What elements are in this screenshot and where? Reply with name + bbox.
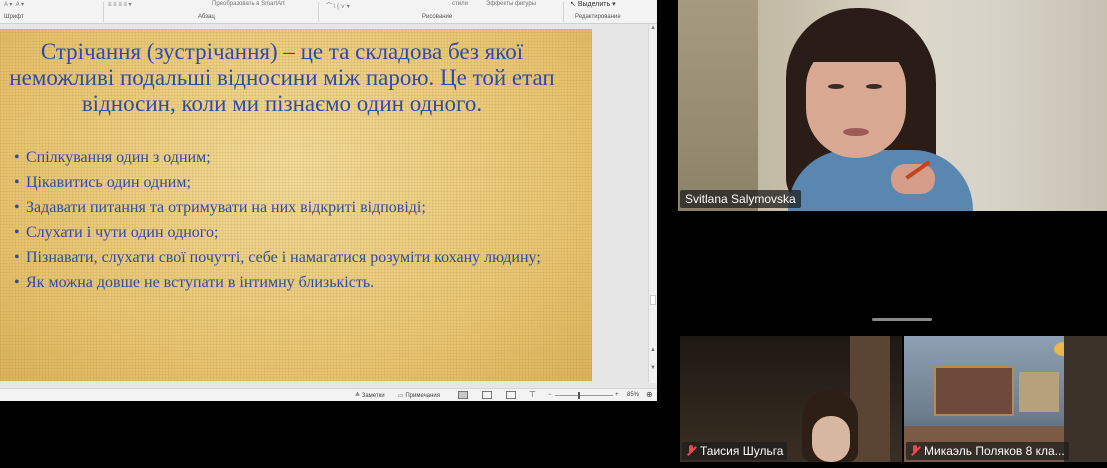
video-call-window: A ▾ A ▾ Шрифт ≡ ≡ ≡ ≡ ▾ Преобразовать в … bbox=[0, 0, 1107, 468]
slide[interactable]: Стрічання (зустрічання) – це та складова… bbox=[0, 29, 592, 381]
normal-view-icon[interactable] bbox=[458, 391, 468, 399]
status-bar: ≜ Заметки ▭ Примечания ⊤ − + 85% ⊕ bbox=[0, 388, 657, 401]
fit-to-window-icon[interactable]: ⊕ bbox=[646, 390, 653, 399]
slideshow-icon[interactable]: ⊤ bbox=[529, 390, 536, 399]
ribbon-group-editing: Редактирование bbox=[575, 14, 621, 20]
zoom-slider-thumb[interactable] bbox=[578, 392, 580, 399]
notes-label: Заметки bbox=[361, 393, 385, 399]
zoom-in-button[interactable]: + bbox=[615, 392, 619, 398]
ribbon-divider bbox=[318, 2, 319, 22]
select-button[interactable]: ↖ Выделить ▾ bbox=[570, 0, 616, 8]
slide-title: Стрічання (зустрічання) – це та складова… bbox=[9, 39, 555, 116]
paragraph-tools[interactable]: ≡ ≡ ≡ ≡ ▾ bbox=[108, 1, 132, 8]
shape-effects-button[interactable]: Эффекты фигуры bbox=[486, 1, 536, 7]
participant-name-speaker: Svitlana Salymovska bbox=[680, 190, 801, 208]
zoom-level[interactable]: 85% bbox=[627, 392, 639, 398]
ribbon-group-font: Шрифт bbox=[4, 14, 24, 20]
cursor-icon: ↖ bbox=[570, 1, 576, 8]
bullet-item: Задавати питання та отримувати на них ві… bbox=[14, 199, 574, 216]
scroll-up-icon[interactable]: ▲ bbox=[650, 347, 656, 353]
background-wall bbox=[678, 0, 758, 211]
panel-resize-handle[interactable] bbox=[872, 318, 932, 321]
ribbon-divider bbox=[103, 2, 104, 22]
ribbon-group-paragraph: Абзац bbox=[198, 14, 215, 20]
participant-face bbox=[812, 416, 850, 462]
bullet-item: Спілкування один з одним; bbox=[14, 149, 574, 166]
comments-label: Примечания bbox=[405, 393, 440, 399]
comments-button[interactable]: ▭ Примечания bbox=[398, 392, 440, 399]
participant-name-tag-2: Микаэль Поляков 8 кла... bbox=[906, 442, 1069, 460]
zoom-slider[interactable] bbox=[555, 395, 613, 396]
cabinet bbox=[1064, 336, 1107, 462]
speaker-bangs bbox=[802, 14, 914, 62]
reading-view-icon[interactable] bbox=[506, 391, 516, 399]
speaker-eye bbox=[866, 84, 882, 89]
video-tile-speaker[interactable] bbox=[678, 0, 1107, 211]
mic-muted-icon bbox=[686, 445, 696, 457]
wall-picture bbox=[1019, 372, 1059, 412]
shapes-gallery[interactable]: ⌒ \ { ⋎ ▾ bbox=[326, 1, 350, 10]
ribbon: A ▾ A ▾ Шрифт ≡ ≡ ≡ ≡ ▾ Преобразовать в … bbox=[0, 0, 657, 24]
ribbon-group-drawing: Рисование bbox=[422, 14, 453, 20]
vertical-scrollbar[interactable]: ▲ ▲ ▼ bbox=[648, 25, 657, 383]
bullet-item: Цікавитись один одним; bbox=[14, 174, 574, 191]
mic-muted-icon bbox=[910, 445, 920, 457]
ribbon-divider bbox=[563, 2, 564, 22]
styles-button[interactable]: стили bbox=[452, 1, 468, 7]
participant-name: Микаэль Поляков 8 кла... bbox=[924, 444, 1065, 458]
participant-name: Таисия Шульга bbox=[700, 444, 784, 458]
wall-poster bbox=[934, 366, 1014, 416]
bullet-item: Пізнавати, слухати свої почутті, себе і … bbox=[14, 249, 574, 266]
scroll-down-icon[interactable]: ▼ bbox=[650, 365, 656, 371]
participant-name-tag-1: Таисия Шульга bbox=[682, 442, 788, 460]
scroll-thumb[interactable] bbox=[650, 295, 656, 305]
zoom-out-button[interactable]: − bbox=[548, 392, 552, 398]
smartart-button[interactable]: Преобразовать в SmartArt bbox=[212, 1, 285, 7]
bullet-list: Спілкування один з одним; Цікавитись оди… bbox=[14, 149, 574, 299]
slide-editor-area: Стрічання (зустрічання) – це та складова… bbox=[0, 25, 648, 383]
speaker-mouth bbox=[843, 128, 869, 136]
slide-sorter-icon[interactable] bbox=[482, 391, 492, 399]
shared-screen-powerpoint: A ▾ A ▾ Шрифт ≡ ≡ ≡ ≡ ▾ Преобразовать в … bbox=[0, 0, 657, 401]
font-tools[interactable]: A ▾ A ▾ bbox=[4, 1, 24, 8]
scroll-up-icon[interactable]: ▲ bbox=[650, 25, 656, 31]
select-label: Выделить bbox=[577, 1, 611, 8]
bullet-item: Слухати і чути один одного; bbox=[14, 224, 574, 241]
speaker-shirt bbox=[788, 150, 973, 211]
notes-button[interactable]: ≜ Заметки bbox=[355, 392, 385, 399]
bullet-item: Як можна довше не вступати в інтимну бли… bbox=[14, 274, 574, 291]
speaker-eye bbox=[828, 84, 844, 89]
speaker-hand bbox=[891, 164, 935, 194]
